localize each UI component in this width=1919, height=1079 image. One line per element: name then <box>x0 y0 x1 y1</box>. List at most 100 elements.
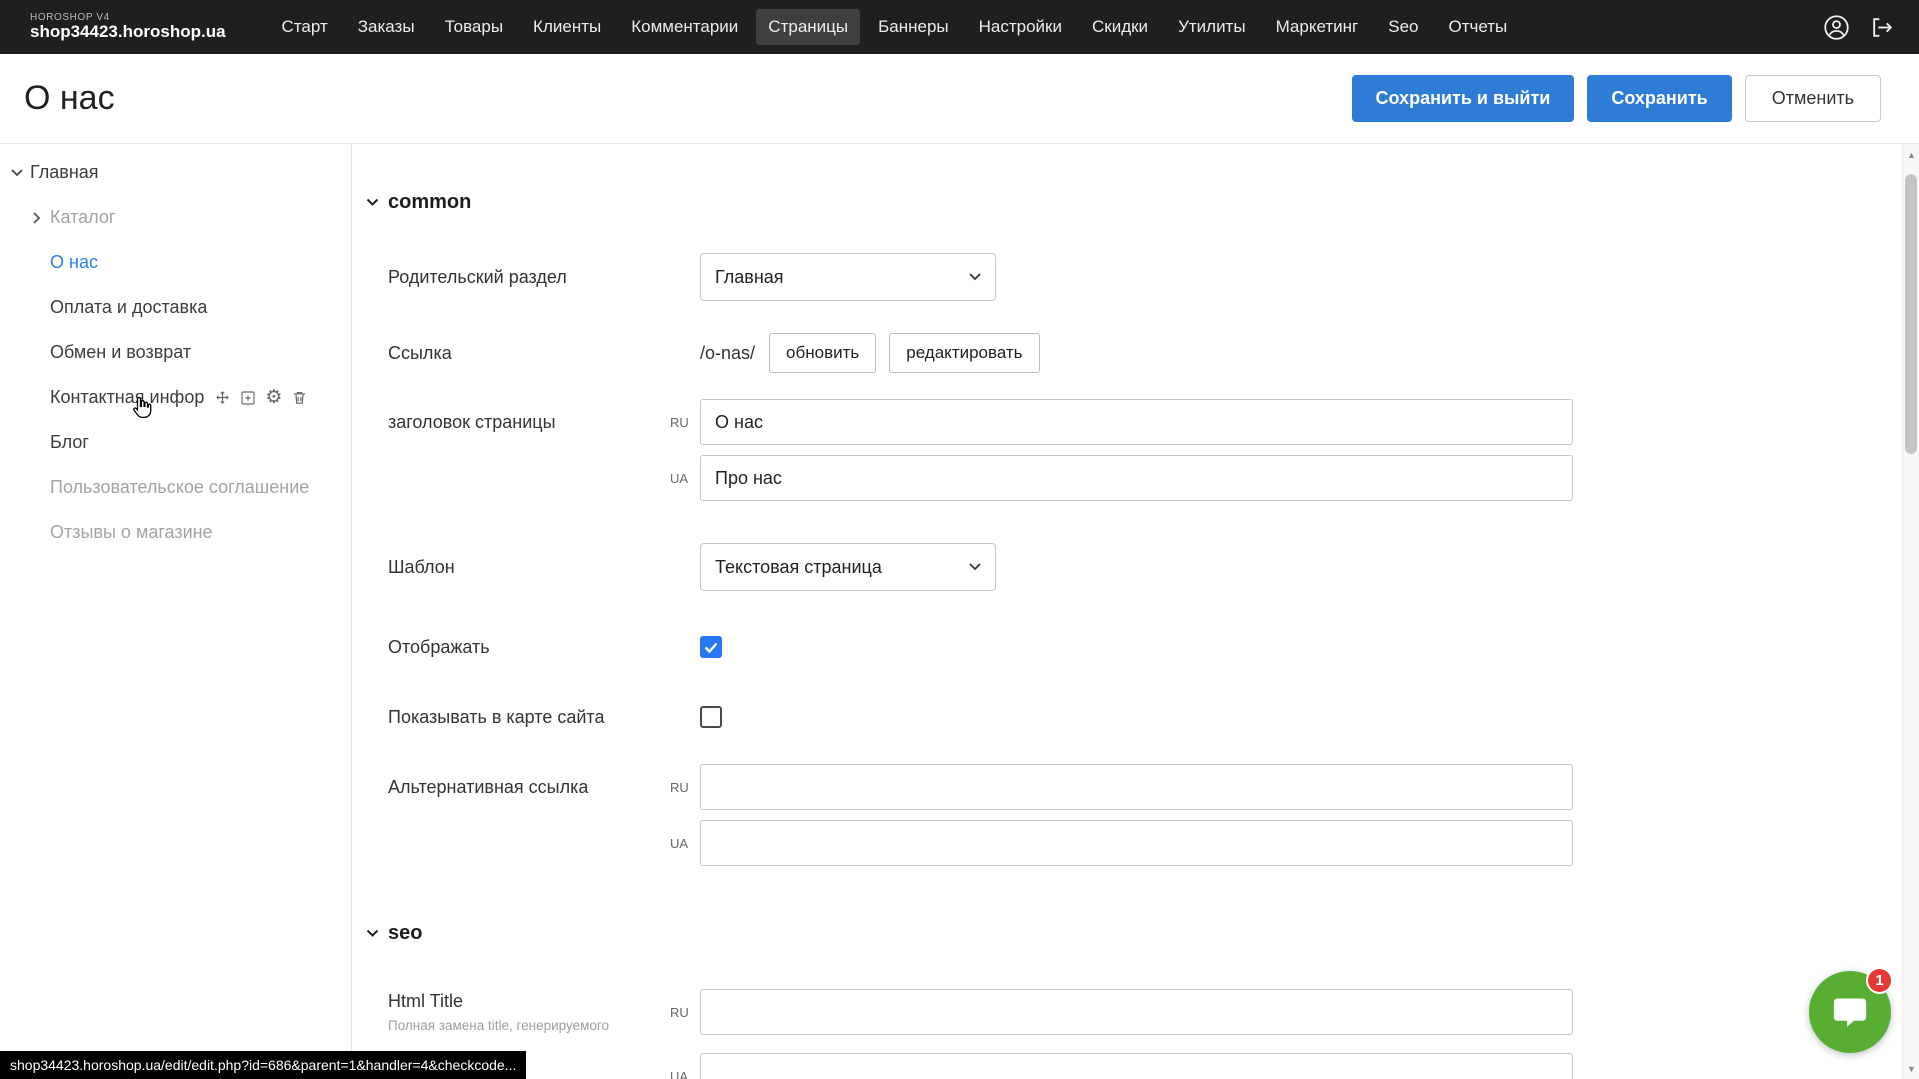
nav-comments[interactable]: Комментарии <box>619 9 750 45</box>
field-page-title-ru: заголовок страницы RU <box>388 399 1919 445</box>
parent-section-select[interactable]: Главная <box>700 253 996 301</box>
scroll-up-arrow-icon[interactable]: ▲ <box>1903 146 1919 163</box>
lang-tag-ua: UA <box>670 836 700 851</box>
field-html-title-ua: UA <box>388 1053 1919 1079</box>
nav-settings[interactable]: Настройки <box>967 9 1074 45</box>
logo-domain-label: shop34423.horoshop.ua <box>30 23 226 42</box>
link-edit-button[interactable]: редактировать <box>889 333 1039 373</box>
user-account-icon[interactable] <box>1823 14 1850 41</box>
scroll-down-arrow-icon[interactable]: ▼ <box>1903 1060 1919 1077</box>
page-title-ru-input[interactable] <box>700 399 1573 445</box>
html-title-label: Html Title <box>388 991 670 1012</box>
sidebar-item-kontaktnaya[interactable]: Контактная инфор ⚙ <box>0 375 351 420</box>
section-seo-title: seo <box>388 922 422 945</box>
nav-orders[interactable]: Заказы <box>346 9 427 45</box>
sidebar-item-obmen[interactable]: Обмен и возврат <box>0 330 351 375</box>
cancel-button[interactable]: Отменить <box>1745 75 1881 122</box>
nav-seo[interactable]: Seo <box>1376 9 1430 45</box>
nav-reports[interactable]: Отчеты <box>1436 9 1519 45</box>
sidebar-item-oplata[interactable]: Оплата и доставка <box>0 285 351 330</box>
field-sitemap: Показывать в карте сайта <box>388 706 1919 728</box>
alt-link-ru-input[interactable] <box>700 764 1573 810</box>
app-logo[interactable]: HOROSHOP V4 shop34423.horoshop.ua <box>30 12 226 42</box>
page-edit-form: common Родительский раздел Главная Ссылк… <box>352 144 1919 1079</box>
section-common-header[interactable]: common <box>366 190 1919 214</box>
save-button[interactable]: Сохранить <box>1587 75 1731 122</box>
sidebar-item-o-nas[interactable]: О нас <box>0 240 351 285</box>
move-icon[interactable] <box>214 389 231 406</box>
template-label: Шаблон <box>388 557 670 578</box>
lang-tag-ru: RU <box>670 780 700 795</box>
section-seo-header[interactable]: seo <box>366 921 1919 945</box>
vertical-scrollbar[interactable]: ▲ ▼ <box>1902 144 1919 1079</box>
sidebar-item-soglashenie[interactable]: Пользовательское соглашение <box>0 465 351 510</box>
chevron-down-icon[interactable] <box>10 169 24 177</box>
field-page-title-ua: UA <box>388 455 1919 501</box>
top-navigation: Старт Заказы Товары Клиенты Комментарии … <box>270 9 1520 45</box>
html-title-hint: Полная замена title, генерируемого <box>388 1018 670 1033</box>
tree-item-label: Блог <box>50 432 89 453</box>
lang-tag-ua: UA <box>670 471 700 486</box>
nav-marketing[interactable]: Маркетинг <box>1264 9 1371 45</box>
chat-unread-badge: 1 <box>1866 967 1893 994</box>
field-html-title-ru: Html Title Полная замена title, генериру… <box>388 989 1919 1035</box>
chevron-down-icon <box>366 198 379 207</box>
tree-item-label: Обмен и возврат <box>50 342 191 363</box>
add-page-icon[interactable] <box>240 390 256 406</box>
link-path-value: /o-nas/ <box>700 343 755 364</box>
sitemap-checkbox[interactable] <box>700 706 722 728</box>
page-title: О нас <box>24 79 115 118</box>
tree-item-label: Пользовательское соглашение <box>50 477 309 498</box>
sidebar-item-otzyvy[interactable]: Отзывы о магазине <box>0 510 351 555</box>
field-parent-section: Родительский раздел Главная <box>388 253 1919 301</box>
field-display: Отображать <box>388 636 1919 658</box>
field-link: Ссылка /o-nas/ обновить редактировать <box>388 333 1919 373</box>
nav-banners[interactable]: Баннеры <box>866 9 961 45</box>
select-value: Текстовая страница <box>715 557 882 578</box>
tree-item-label: Отзывы о магазине <box>50 522 213 543</box>
alt-link-ua-input[interactable] <box>700 820 1573 866</box>
nav-products[interactable]: Товары <box>433 9 515 45</box>
sidebar-item-glavnaya[interactable]: Главная <box>0 150 351 195</box>
sitemap-label: Показывать в карте сайта <box>388 707 670 728</box>
field-alt-link-ru: Альтернативная ссылка RU <box>388 764 1919 810</box>
chat-widget-button[interactable]: 1 <box>1809 971 1891 1053</box>
lang-tag-ru: RU <box>670 415 700 430</box>
tree-item-label: Оплата и доставка <box>50 297 207 318</box>
display-checkbox[interactable] <box>700 636 722 658</box>
scrollbar-thumb[interactable] <box>1905 174 1917 454</box>
nav-discounts[interactable]: Скидки <box>1080 9 1160 45</box>
chevron-down-icon <box>969 563 981 571</box>
link-update-button[interactable]: обновить <box>769 333 876 373</box>
page-title-ua-input[interactable] <box>700 455 1573 501</box>
topbar: HOROSHOP V4 shop34423.horoshop.ua Старт … <box>0 0 1919 54</box>
lang-tag-ua: UA <box>670 1069 700 1079</box>
chat-bubble-icon <box>1831 993 1869 1031</box>
alt-link-label: Альтернативная ссылка <box>388 777 670 798</box>
sidebar-item-blog[interactable]: Блог <box>0 420 351 465</box>
chevron-down-icon <box>366 929 379 938</box>
page-title-label: заголовок страницы <box>388 412 670 433</box>
settings-gear-icon[interactable]: ⚙ <box>265 388 282 407</box>
nav-utilities[interactable]: Утилиты <box>1166 9 1258 45</box>
nav-start[interactable]: Старт <box>270 9 340 45</box>
nav-pages[interactable]: Страницы <box>756 9 860 45</box>
lang-tag-ru: RU <box>670 1005 700 1020</box>
sidebar-item-katalog[interactable]: Каталог <box>0 195 351 240</box>
field-alt-link-ua: UA <box>388 820 1919 866</box>
display-label: Отображать <box>388 637 670 658</box>
chevron-right-icon[interactable] <box>30 212 44 224</box>
logout-icon[interactable] <box>1870 15 1895 40</box>
nav-clients[interactable]: Клиенты <box>521 9 613 45</box>
chevron-down-icon <box>969 273 981 281</box>
save-and-exit-button[interactable]: Сохранить и выйти <box>1352 75 1575 122</box>
link-label: Ссылка <box>388 343 670 364</box>
delete-trash-icon[interactable] <box>291 389 308 406</box>
html-title-ru-input[interactable] <box>700 989 1573 1035</box>
parent-section-label: Родительский раздел <box>388 267 670 288</box>
html-title-ua-input[interactable] <box>700 1053 1573 1079</box>
tree-item-label: О нас <box>50 252 98 273</box>
template-select[interactable]: Текстовая страница <box>700 543 996 591</box>
field-template: Шаблон Текстовая страница <box>388 543 1919 591</box>
pages-tree-sidebar: Главная Каталог О нас Оплата и доставка … <box>0 144 352 1079</box>
